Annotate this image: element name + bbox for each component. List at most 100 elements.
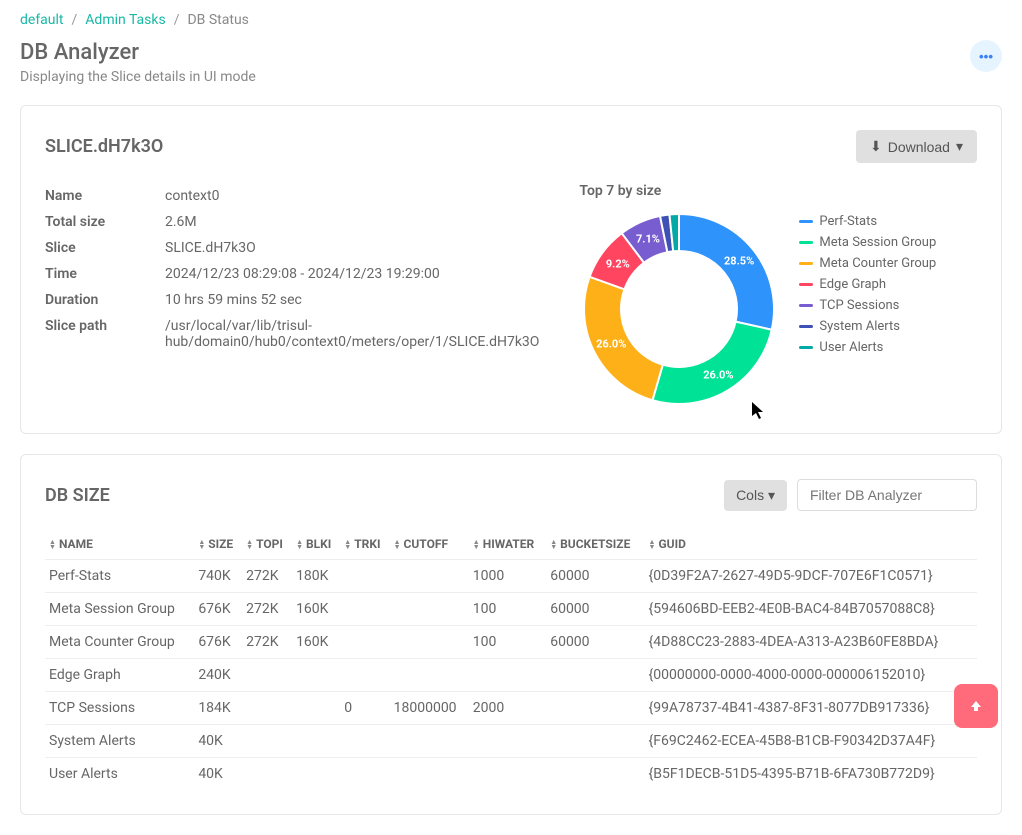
dbsize-title: DB SIZE (45, 485, 110, 506)
column-header[interactable]: ▲▼BLKI (292, 529, 340, 560)
cell-size: 40K (194, 758, 242, 791)
legend-item[interactable]: System Alerts (799, 319, 936, 334)
breadcrumb-home[interactable]: default (20, 12, 64, 28)
cell-topi: 272K (242, 560, 292, 593)
info-value: context0 (165, 188, 219, 204)
legend-label: Edge Graph (819, 277, 886, 292)
dbsize-card: DB SIZE Cols ▾ ▲▼NAME▲▼SIZE▲▼TOPI▲▼BLKI▲… (20, 454, 1002, 815)
cell-topi: 272K (242, 626, 292, 659)
cell-bucketsize: 60000 (546, 560, 644, 593)
table-row: Meta Session Group676K272K160K10060000{5… (45, 593, 977, 626)
cell-hiwater: 100 (469, 593, 546, 626)
info-value: SLICE.dH7k3O (165, 240, 256, 256)
info-label: Duration (45, 292, 165, 308)
cell-hiwater (469, 758, 546, 791)
legend-swatch (799, 325, 813, 328)
slice-card: SLICE.dH7k3O ⬇ Download ▾ Namecontext0To… (20, 105, 1002, 434)
column-header[interactable]: ▲▼NAME (45, 529, 194, 560)
column-header[interactable]: ▲▼TOPI (242, 529, 292, 560)
cell-trki (340, 560, 389, 593)
breadcrumb-sep: / (174, 12, 180, 28)
more-options-button[interactable]: ••• (970, 40, 1002, 72)
cell-guid: {F69C2462-ECEA-45B8-B1CB-F90342D37A4F} (645, 725, 977, 758)
legend-swatch (799, 241, 813, 244)
cell-trki (340, 725, 389, 758)
chart-title: Top 7 by size (579, 183, 977, 199)
cell-size: 184K (194, 692, 242, 725)
cell-hiwater (469, 659, 546, 692)
donut-label: 26.0% (703, 368, 733, 381)
cell-guid: {B5F1DECB-51D5-4395-B71B-6FA730B772D9} (645, 758, 977, 791)
column-header[interactable]: ▲▼CUTOFF (390, 529, 469, 560)
table-row: TCP Sessions184K0180000002000{99A78737-4… (45, 692, 977, 725)
cell-size: 740K (194, 560, 242, 593)
cell-blki (292, 659, 340, 692)
cell-cutoff (390, 659, 469, 692)
cell-bucketsize (546, 725, 644, 758)
cell-guid: {594606BD-EEB2-4E0B-BAC4-84B7057088C8} (645, 593, 977, 626)
breadcrumb-section[interactable]: Admin Tasks (85, 12, 165, 28)
cell-hiwater: 1000 (469, 560, 546, 593)
sort-icon: ▲▼ (246, 540, 253, 550)
cell-hiwater (469, 725, 546, 758)
legend-item[interactable]: Perf-Stats (799, 214, 936, 229)
filter-input[interactable] (797, 479, 977, 511)
info-row: Namecontext0 (45, 183, 539, 209)
column-header[interactable]: ▲▼BUCKETSIZE (546, 529, 644, 560)
cols-button[interactable]: Cols ▾ (724, 480, 787, 511)
cell-blki (292, 758, 340, 791)
donut-label: 26.0% (596, 337, 626, 350)
cell-trki (340, 593, 389, 626)
legend-item[interactable]: TCP Sessions (799, 298, 936, 313)
cell-hiwater: 100 (469, 626, 546, 659)
column-header[interactable]: ▲▼GUID (645, 529, 977, 560)
donut-slice[interactable] (653, 322, 772, 404)
legend-item[interactable]: User Alerts (799, 340, 936, 355)
legend-swatch (799, 283, 813, 286)
chevron-down-icon: ▾ (768, 487, 775, 503)
breadcrumb: default / Admin Tasks / DB Status (20, 0, 1002, 40)
column-header[interactable]: ▲▼TRKI (340, 529, 389, 560)
cell-name: Meta Counter Group (45, 626, 194, 659)
legend-item[interactable]: Meta Session Group (799, 235, 936, 250)
page-title: DB Analyzer (20, 40, 256, 65)
table-row: System Alerts40K{F69C2462-ECEA-45B8-B1CB… (45, 725, 977, 758)
table-row: User Alerts40K{B5F1DECB-51D5-4395-B71B-6… (45, 758, 977, 791)
donut-label: 7.1% (636, 233, 660, 246)
sort-icon: ▲▼ (296, 540, 303, 550)
scroll-top-button[interactable] (954, 684, 998, 728)
cell-blki: 160K (292, 593, 340, 626)
cell-cutoff (390, 758, 469, 791)
legend-item[interactable]: Edge Graph (799, 277, 936, 292)
legend-label: Meta Session Group (819, 235, 936, 250)
column-header[interactable]: ▲▼HIWATER (469, 529, 546, 560)
legend-swatch (799, 346, 813, 349)
cell-size: 240K (194, 659, 242, 692)
cell-bucketsize (546, 659, 644, 692)
info-value: 10 hrs 59 mins 52 sec (165, 292, 302, 308)
legend-label: System Alerts (819, 319, 900, 334)
cell-bucketsize (546, 758, 644, 791)
download-button[interactable]: ⬇ Download ▾ (856, 130, 977, 163)
table-row: Edge Graph240K{00000000-0000-4000-0000-0… (45, 659, 977, 692)
info-value: 2024/12/23 08:29:08 - 2024/12/23 19:29:0… (165, 266, 440, 282)
donut-chart[interactable]: 28.5%26.0%26.0%9.2%7.1% (579, 209, 779, 409)
cell-guid: {99A78737-4B41-4387-8F31-8077DB917336} (645, 692, 977, 725)
cell-cutoff (390, 560, 469, 593)
info-row: Total size2.6M (45, 209, 539, 235)
cell-guid: {4D88CC23-2883-4DEA-A313-A23B60FE8BDA} (645, 626, 977, 659)
info-row: Slice path/usr/local/var/lib/trisul-hub/… (45, 313, 539, 355)
cell-topi (242, 692, 292, 725)
column-header[interactable]: ▲▼SIZE (194, 529, 242, 560)
donut-slice[interactable] (679, 214, 774, 330)
slice-info: Namecontext0Total size2.6MSliceSLICE.dH7… (45, 183, 539, 409)
cell-bucketsize (546, 692, 644, 725)
info-label: Slice (45, 240, 165, 256)
cell-blki: 160K (292, 626, 340, 659)
cell-name: Meta Session Group (45, 593, 194, 626)
info-row: Time2024/12/23 08:29:08 - 2024/12/23 19:… (45, 261, 539, 287)
info-label: Name (45, 188, 165, 204)
cell-cutoff: 18000000 (390, 692, 469, 725)
legend-item[interactable]: Meta Counter Group (799, 256, 936, 271)
dbsize-table: ▲▼NAME▲▼SIZE▲▼TOPI▲▼BLKI▲▼TRKI▲▼CUTOFF▲▼… (45, 529, 977, 790)
